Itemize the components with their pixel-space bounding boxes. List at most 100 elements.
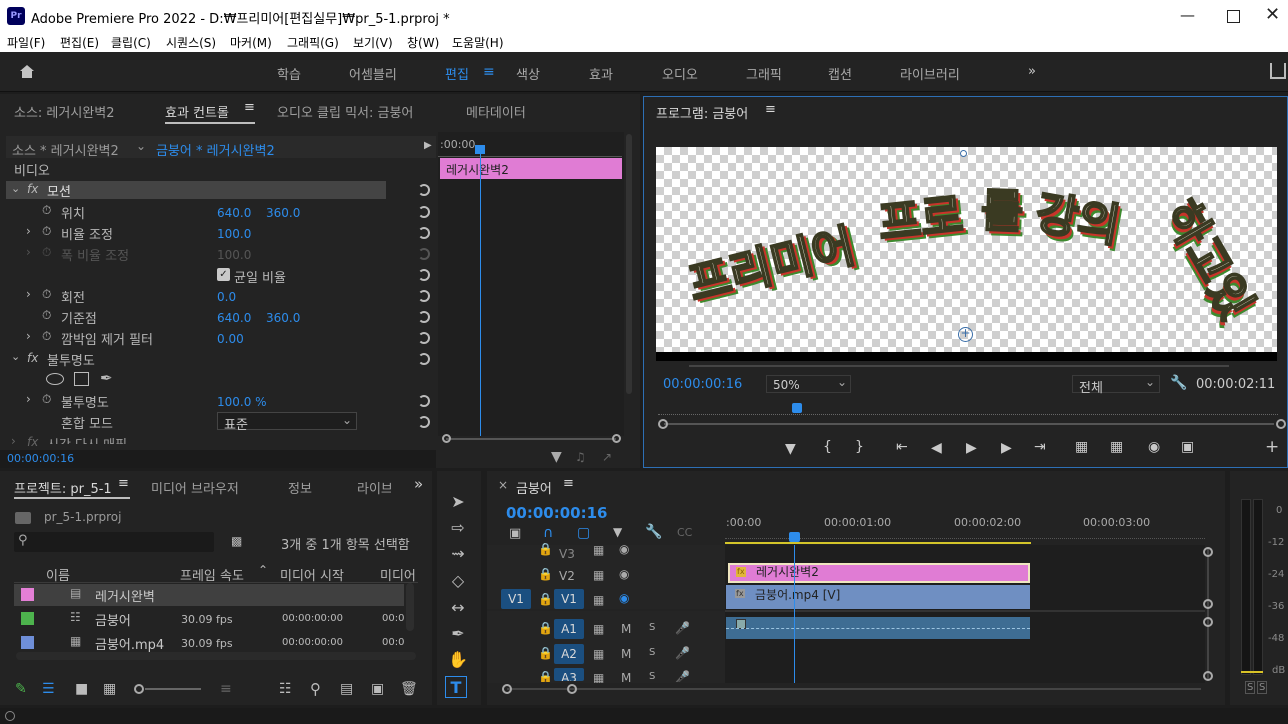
wrench-icon[interactable]: 🔧 bbox=[1170, 375, 1187, 391]
workspace-menu-icon[interactable]: ≡ bbox=[483, 64, 495, 80]
reset-icon[interactable] bbox=[418, 206, 430, 218]
scale-value[interactable]: 100.0 bbox=[217, 227, 251, 241]
icon-view-icon[interactable]: ■ bbox=[75, 681, 88, 697]
zoom-handle-right[interactable] bbox=[1276, 419, 1286, 429]
chevron-down-icon[interactable]: ⌄ bbox=[136, 139, 146, 153]
chevron-right-icon[interactable]: › bbox=[26, 329, 31, 343]
lock-icon[interactable]: 🔒 bbox=[538, 646, 553, 670]
chevron-right-icon[interactable]: › bbox=[11, 434, 16, 448]
reset-icon[interactable] bbox=[418, 416, 430, 428]
mute-button[interactable]: M bbox=[621, 647, 631, 671]
reset-icon[interactable] bbox=[418, 332, 430, 344]
track-a3-label[interactable]: A3 bbox=[554, 668, 584, 681]
label-color-swatch[interactable] bbox=[21, 636, 34, 649]
zoom-slider-handle[interactable] bbox=[134, 684, 144, 694]
close-tab-icon[interactable]: × bbox=[498, 478, 508, 492]
column-name[interactable]: 이름 bbox=[46, 565, 70, 584]
stopwatch-icon[interactable]: ⏱ bbox=[42, 224, 51, 239]
sequence-clip-label[interactable]: 금붕어 * 레거시완벽2 bbox=[156, 140, 275, 159]
timeline-playhead-handle[interactable] bbox=[789, 532, 800, 542]
reset-icon[interactable] bbox=[418, 311, 430, 323]
workspace-learn[interactable]: 학습 bbox=[277, 64, 301, 83]
zoom-handle-left[interactable] bbox=[658, 419, 668, 429]
reset-icon[interactable] bbox=[418, 269, 430, 281]
selection-tool-icon[interactable]: ➤ bbox=[447, 491, 469, 513]
more-workspaces-icon[interactable]: » bbox=[1028, 64, 1036, 79]
lift-icon[interactable]: ▦ bbox=[1075, 439, 1088, 455]
microphone-icon[interactable]: 🎤 bbox=[675, 621, 690, 645]
video-audio-divider[interactable] bbox=[725, 610, 1205, 612]
solo-left-button[interactable]: S bbox=[1245, 681, 1256, 694]
menu-view[interactable]: 보기(V) bbox=[353, 34, 393, 51]
blend-mode-select[interactable]: 표준 ⌄ bbox=[217, 412, 357, 433]
zoom-select[interactable]: 50% ⌄ bbox=[766, 375, 851, 393]
home-icon[interactable] bbox=[19, 64, 35, 79]
column-media-extra[interactable]: 미디어 bbox=[380, 565, 418, 584]
snap-icon[interactable]: ∩ bbox=[543, 525, 553, 541]
project-item-row[interactable]: ▤ 레거시완벽 bbox=[14, 584, 404, 606]
find-icon[interactable]: ⚲ bbox=[310, 680, 321, 698]
scroll-handle-left[interactable] bbox=[442, 434, 451, 443]
lock-icon[interactable]: 🔒 bbox=[538, 567, 553, 591]
linked-selection-icon[interactable]: ▢ bbox=[577, 525, 590, 541]
slip-tool-icon[interactable]: ↔ bbox=[447, 597, 469, 619]
timeline-marker-icon[interactable]: ▼ bbox=[613, 525, 622, 539]
sync-lock-icon[interactable]: ▦ bbox=[593, 568, 604, 592]
minimize-icon[interactable]: — bbox=[1180, 6, 1195, 24]
pen-mask-icon[interactable]: ✒ bbox=[100, 369, 113, 387]
stopwatch-icon[interactable]: ⏱ bbox=[42, 203, 51, 218]
workspace-audio[interactable]: 오디오 bbox=[662, 64, 698, 83]
more-tabs-icon[interactable]: » bbox=[414, 475, 423, 493]
position-y-value[interactable]: 360.0 bbox=[266, 206, 300, 220]
solo-button[interactable]: S bbox=[649, 622, 655, 646]
share-icon[interactable] bbox=[1270, 63, 1286, 79]
workspace-captions[interactable]: 캡션 bbox=[828, 64, 852, 83]
mute-button[interactable]: M bbox=[621, 622, 631, 646]
automate-to-sequence-icon[interactable]: ☷ bbox=[279, 681, 292, 697]
play-triangle-icon[interactable]: ▶ bbox=[424, 140, 432, 151]
monitor-zoom-track[interactable] bbox=[664, 423, 1274, 425]
panel-menu-icon[interactable]: ≡ bbox=[765, 102, 776, 117]
track-a2-label[interactable]: A2 bbox=[554, 644, 584, 664]
new-bin-icon[interactable]: ▤ bbox=[340, 681, 353, 697]
chevron-right-icon[interactable]: › bbox=[26, 224, 31, 238]
workspace-editing[interactable]: 편집 bbox=[445, 64, 469, 83]
anchor-y-value[interactable]: 360.0 bbox=[266, 311, 300, 325]
pencil-icon[interactable]: ✎ bbox=[15, 681, 27, 697]
trash-icon[interactable]: 🗑 bbox=[400, 681, 418, 697]
track-v3-label[interactable]: V3 bbox=[559, 547, 575, 571]
track-v1-label[interactable]: V1 bbox=[554, 589, 584, 609]
column-media-start[interactable]: 미디어 시작 bbox=[280, 565, 344, 584]
reset-icon[interactable] bbox=[418, 290, 430, 302]
sort-ascending-icon[interactable]: ⌃ bbox=[258, 563, 268, 577]
anchor-point-icon[interactable]: + bbox=[958, 327, 973, 342]
effect-scrollbar[interactable] bbox=[626, 134, 632, 394]
lock-icon[interactable]: 🔒 bbox=[538, 542, 553, 566]
panel-menu-icon[interactable]: ≡ bbox=[118, 476, 129, 491]
timeline-wrench-icon[interactable]: 🔧 bbox=[645, 524, 662, 540]
rectangle-mask-icon[interactable] bbox=[74, 372, 89, 386]
panel-menu-icon[interactable]: ≡ bbox=[244, 100, 255, 115]
tab-source[interactable]: 소스: 레거시완벽2 bbox=[14, 102, 115, 121]
track-select-tool-icon[interactable]: ⇨ bbox=[447, 517, 469, 539]
panel-menu-icon[interactable]: ≡ bbox=[563, 476, 574, 491]
vscroll-handle[interactable] bbox=[1203, 547, 1213, 557]
menu-clip[interactable]: 클립(C) bbox=[111, 34, 151, 51]
tab-project[interactable]: 프로젝트: pr_5-1 bbox=[14, 478, 112, 497]
nest-icon[interactable]: ▣ bbox=[509, 526, 521, 541]
solo-button[interactable]: S bbox=[649, 671, 655, 683]
list-view-icon[interactable]: ☰ bbox=[42, 681, 55, 697]
razor-tool-icon[interactable]: ◇ bbox=[447, 570, 469, 592]
work-area-bar[interactable] bbox=[725, 542, 1031, 544]
mini-scroll-track[interactable] bbox=[446, 438, 616, 440]
ripple-edit-tool-icon[interactable]: ⇝ bbox=[447, 543, 469, 565]
project-item-row[interactable]: ▦ 금붕어.mp4 30.09 fps 00:00:00:00 00:0 bbox=[14, 632, 404, 654]
new-bin-search-icon[interactable]: ▩ bbox=[231, 534, 242, 548]
new-item-icon[interactable]: ▣ bbox=[371, 681, 384, 697]
sync-lock-icon[interactable]: ▦ bbox=[593, 543, 604, 567]
opacity-value[interactable]: 100.0 % bbox=[217, 395, 267, 409]
project-item-row[interactable]: ☷ 금붕어 30.09 fps 00:00:00:00 00:0 bbox=[14, 608, 404, 630]
zoom-slider-track[interactable] bbox=[145, 688, 201, 690]
stopwatch-icon[interactable]: ⏱ bbox=[42, 308, 51, 323]
microphone-icon[interactable]: 🎤 bbox=[675, 646, 690, 670]
